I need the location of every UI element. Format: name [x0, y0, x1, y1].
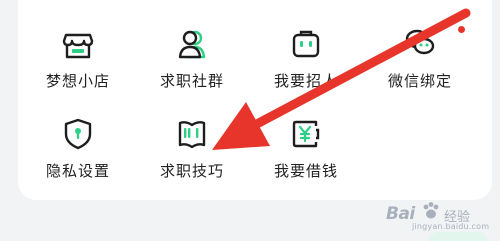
baidu-watermark: Bai 经验 jingyan.baidu.com [382, 200, 494, 231]
bottom-decor [428, 232, 488, 241]
watermark-url: jingyan.baidu.com [412, 222, 490, 231]
paw-icon [423, 202, 439, 219]
screen: 梦想小店 求职社群 我要招人 微信绑定 隐私设置 求职技巧 我要借钱 Bai 经… [0, 0, 500, 241]
watermark-logo: Bai [386, 204, 415, 224]
